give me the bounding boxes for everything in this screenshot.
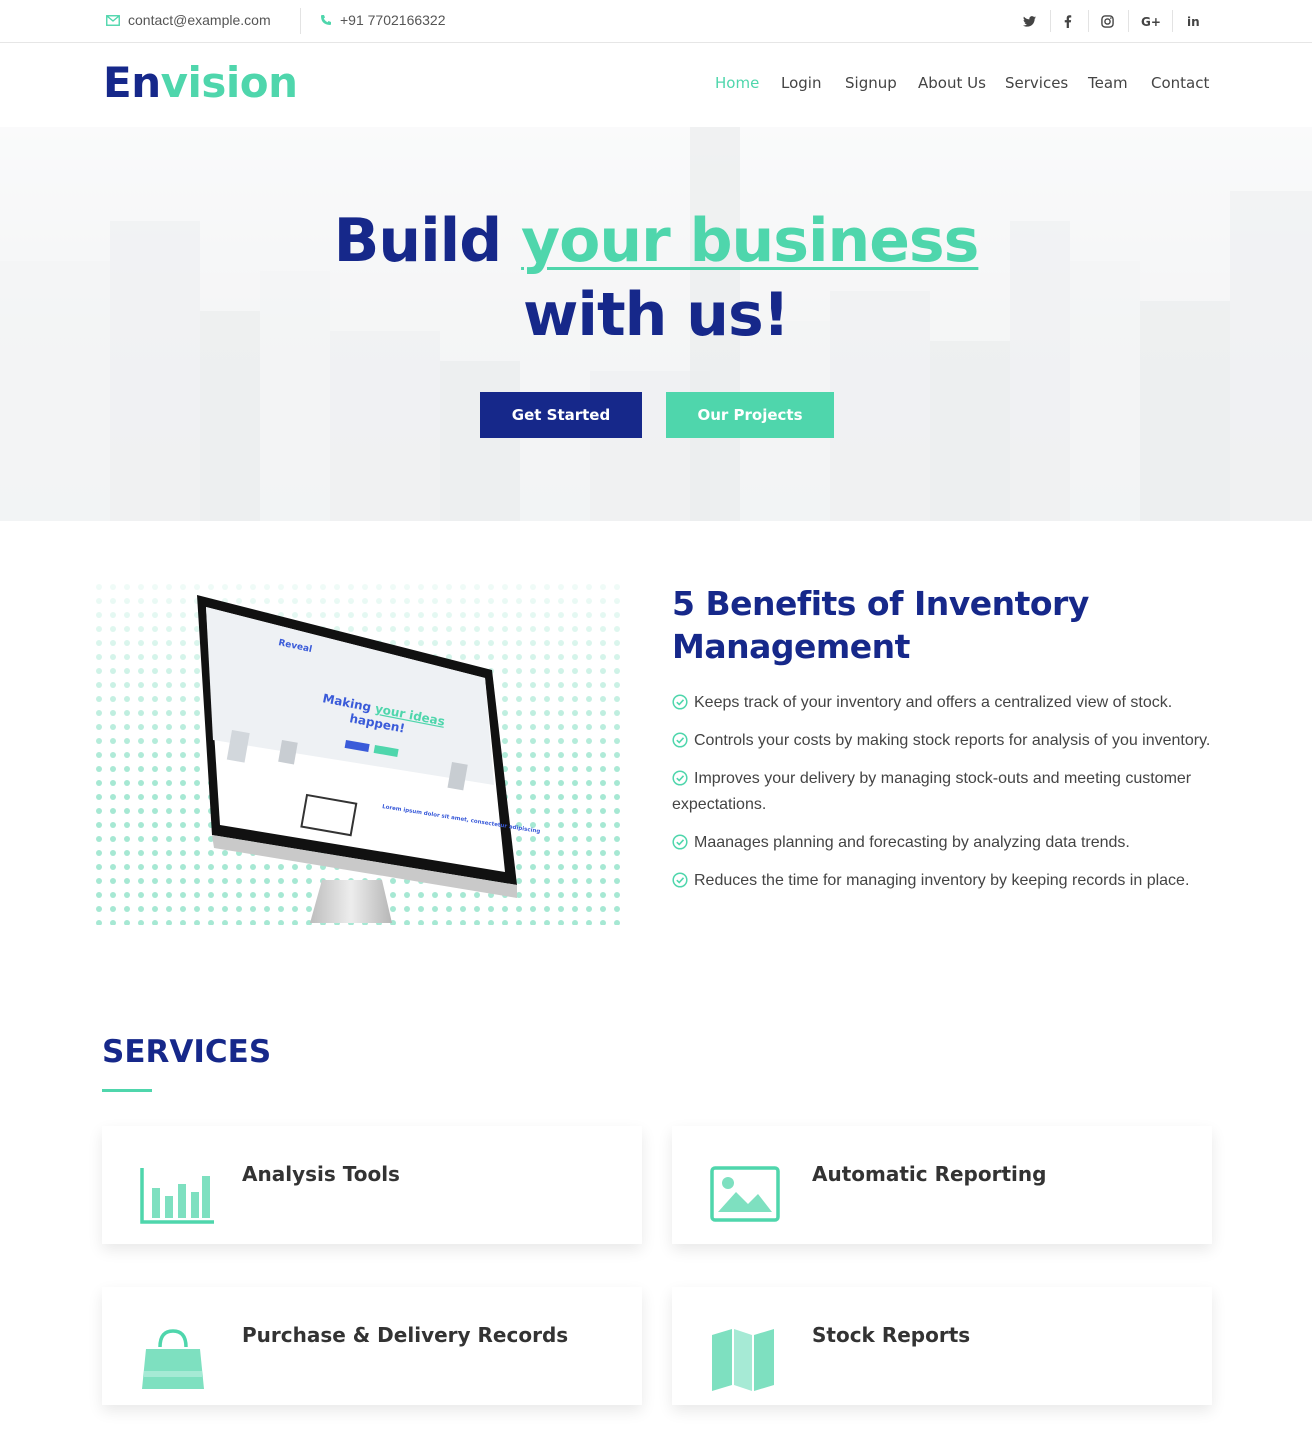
brand-logo-part2: vision	[160, 58, 298, 107]
linkedin-icon[interactable]: in	[1184, 11, 1204, 31]
service-label: Stock Reports	[812, 1323, 971, 1347]
benefit-text: Controls your costs by making stock repo…	[694, 732, 1211, 749]
service-card-analysis-tools[interactable]: Analysis Tools	[102, 1126, 642, 1244]
service-label: Purchase & Delivery Records	[242, 1323, 569, 1347]
instagram-icon[interactable]	[1097, 11, 1117, 31]
benefits-title: 5 Benefits of Inventory Management	[672, 584, 1089, 666]
hero-title-line1: Build your business	[0, 206, 1312, 276]
services-title-underline	[102, 1089, 152, 1092]
email-text: contact@example.com	[128, 12, 271, 28]
our-projects-button[interactable]: Our Projects	[666, 392, 834, 438]
image-icon	[710, 1166, 780, 1222]
phone-contact[interactable]: +91 7702166322	[320, 12, 446, 28]
twitter-icon[interactable]	[1019, 11, 1039, 31]
check-circle-icon	[672, 834, 688, 850]
bar-chart-icon	[140, 1168, 214, 1224]
email-contact[interactable]: contact@example.com	[106, 12, 271, 28]
hero-title-highlight: your business	[521, 206, 979, 276]
service-card-purchase-delivery-records[interactable]: Purchase & Delivery Records	[102, 1287, 642, 1405]
nav-about-us[interactable]: About Us	[918, 74, 986, 92]
phone-icon	[321, 15, 331, 25]
services-title: SERVICES	[102, 1034, 272, 1070]
benefit-item: Keeps track of your inventory and offers…	[672, 690, 1212, 716]
svg-text:G+: G+	[1141, 15, 1161, 27]
google-plus-icon[interactable]: G+	[1140, 11, 1162, 31]
service-card-stock-reports[interactable]: Stock Reports	[672, 1287, 1212, 1405]
monitor-illustration: Reveal Making your ideas happen! Lorem i…	[92, 580, 622, 925]
benefit-text: Maanages planning and forecasting by ana…	[694, 834, 1130, 851]
divider	[1088, 10, 1089, 32]
check-circle-icon	[672, 872, 688, 888]
brand-logo[interactable]: Envision	[103, 58, 298, 107]
svg-text:in: in	[1187, 15, 1200, 27]
nav-login[interactable]: Login	[781, 74, 821, 92]
nav-services[interactable]: Services	[1005, 74, 1068, 92]
service-label: Automatic Reporting	[812, 1162, 1047, 1186]
brand-logo-part1: En	[103, 58, 161, 107]
nav-signup[interactable]: Signup	[845, 74, 897, 92]
divider	[300, 8, 301, 34]
benefit-item: Improves your delivery by managing stock…	[672, 766, 1212, 818]
check-circle-icon	[672, 732, 688, 748]
phone-text: +91 7702166322	[340, 12, 446, 28]
nav-contact[interactable]: Contact	[1151, 74, 1209, 92]
shopping-bag-icon	[142, 1329, 204, 1389]
get-started-button[interactable]: Get Started	[480, 392, 642, 438]
benefit-text: Keeps track of your inventory and offers…	[694, 694, 1173, 711]
divider	[1172, 10, 1173, 32]
service-label: Analysis Tools	[242, 1162, 400, 1186]
nav-team[interactable]: Team	[1088, 74, 1128, 92]
envelope-icon	[106, 14, 120, 26]
benefit-item: Controls your costs by making stock repo…	[672, 728, 1212, 754]
benefit-text: Reduces the time for managing inventory …	[694, 872, 1190, 889]
check-circle-icon	[672, 770, 688, 786]
divider	[1128, 10, 1129, 32]
check-circle-icon	[672, 694, 688, 710]
benefit-text: Improves your delivery by managing stock…	[672, 770, 1192, 813]
facebook-icon[interactable]	[1058, 11, 1078, 31]
map-icon	[712, 1329, 774, 1391]
top-bar: contact@example.com +91 7702166322 G+ in	[0, 0, 1312, 43]
benefits-list: Keeps track of your inventory and offers…	[672, 690, 1212, 906]
benefit-item: Reduces the time for managing inventory …	[672, 868, 1212, 894]
benefit-item: Maanages planning and forecasting by ana…	[672, 830, 1212, 856]
hero-title-part1: Build	[333, 206, 522, 276]
service-card-automatic-reporting[interactable]: Automatic Reporting	[672, 1126, 1212, 1244]
divider	[1050, 10, 1051, 32]
hero-title-line2: with us!	[522, 280, 790, 350]
nav-home[interactable]: Home	[715, 74, 759, 92]
